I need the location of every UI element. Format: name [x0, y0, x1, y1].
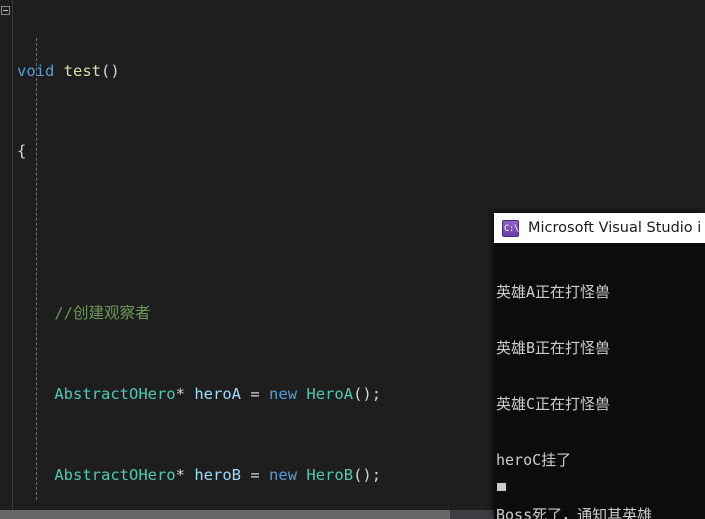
token-type-abstract-ohero: AbstractOHero [54, 384, 176, 403]
console-line: Boss死了，通知其英雄 [496, 506, 653, 519]
token-star: * [175, 384, 185, 403]
token-keyword-void: void [17, 61, 55, 80]
console-line: 英雄A正在打怪兽 [496, 283, 611, 302]
console-window[interactable]: Microsoft Visual Studio i 英雄A正在打怪兽 英雄B正在… [494, 213, 705, 519]
gutter-divider [12, 0, 13, 511]
editor-gutter[interactable] [0, 0, 13, 511]
code-fold-toggle-icon[interactable] [1, 6, 10, 15]
token-parens: () [101, 61, 120, 80]
console-window-icon [502, 219, 519, 237]
token-class-heroA: HeroA [306, 384, 354, 403]
code-line[interactable]: { [14, 141, 705, 161]
token-keyword-new: new [269, 384, 298, 403]
console-output[interactable]: 英雄A正在打怪兽 英雄B正在打怪兽 英雄C正在打怪兽 heroC挂了 Boss死… [494, 243, 705, 519]
token-function-test: test [63, 61, 101, 80]
console-line: 英雄C正在打怪兽 [496, 394, 611, 413]
token-keyword-new: new [269, 465, 298, 484]
token-assign: = [250, 384, 260, 403]
code-line[interactable]: void test() [14, 61, 705, 81]
console-cursor [497, 483, 506, 491]
screen: void test() { //创建观察者 AbstractOHero* her… [0, 0, 705, 519]
token-comment-observer: //创建观察者 [54, 304, 151, 322]
token-type-abstract-ohero: AbstractOHero [54, 465, 176, 484]
token-var-heroA: heroA [194, 384, 242, 403]
token-open-brace: { [17, 142, 27, 161]
token-call-end: (); [353, 384, 382, 403]
scrollbar-thumb[interactable] [0, 510, 450, 519]
console-line: heroC挂了 [496, 450, 572, 469]
token-class-heroB: HeroB [306, 465, 354, 484]
console-line: 英雄B正在打怪兽 [496, 338, 611, 357]
token-call-end: (); [353, 465, 382, 484]
token-var-heroB: heroB [194, 465, 242, 484]
console-window-title: Microsoft Visual Studio i [528, 220, 702, 236]
console-titlebar[interactable]: Microsoft Visual Studio i [494, 213, 705, 243]
token-assign: = [250, 465, 260, 484]
token-star: * [175, 465, 185, 484]
